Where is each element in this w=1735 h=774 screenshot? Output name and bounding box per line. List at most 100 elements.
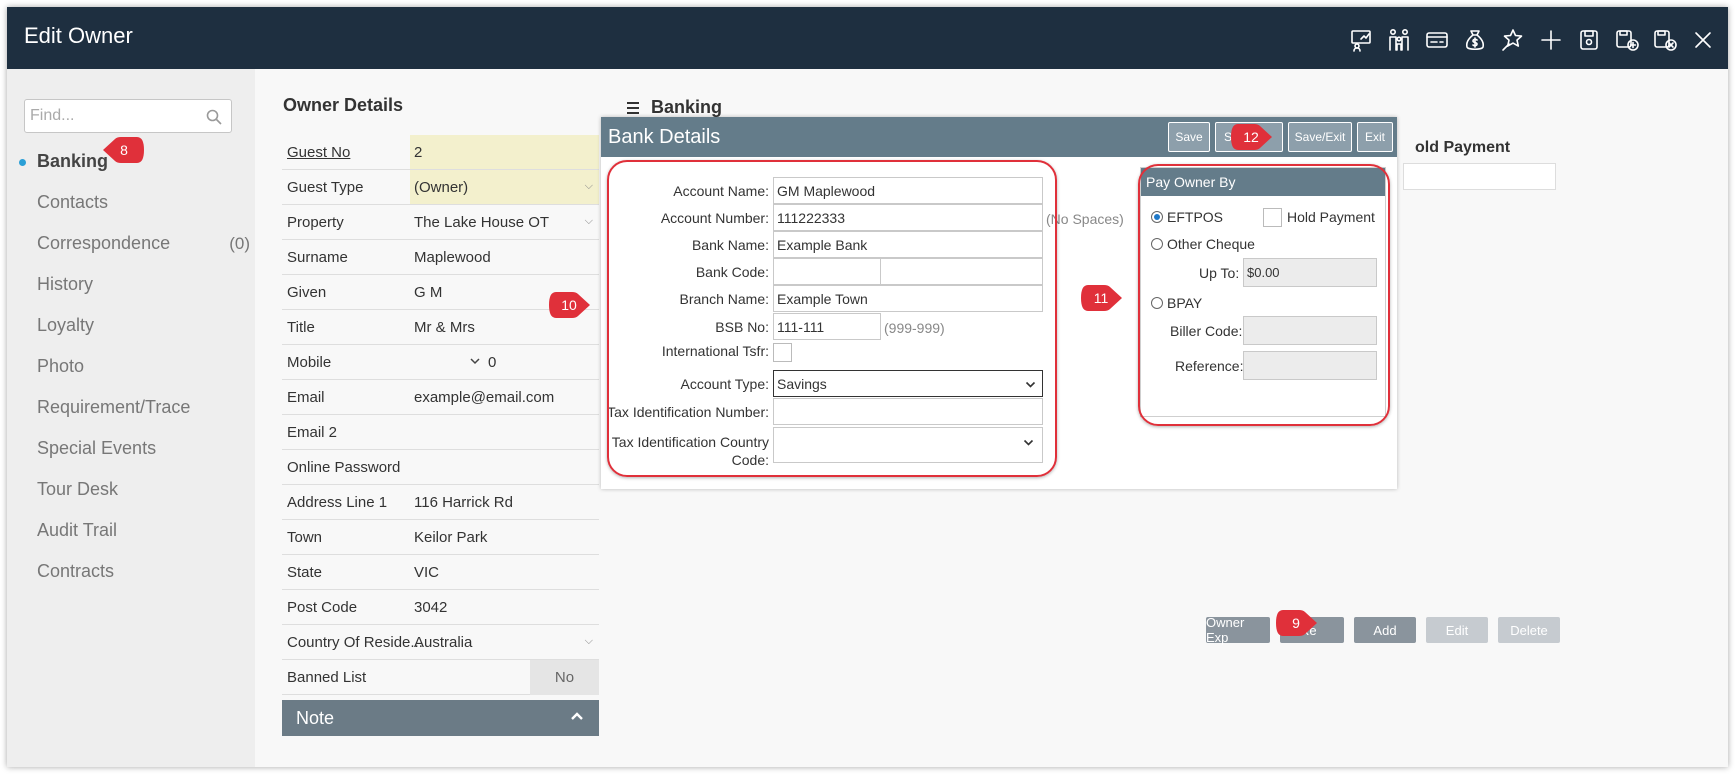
sidebar-item-label: Banking	[37, 151, 109, 171]
sidebar-item-requirement-trace[interactable]: Requirement/Trace	[7, 387, 255, 428]
field-surname: Surname Maplewood	[282, 240, 599, 275]
sidebar-item-audit-trail[interactable]: Audit Trail	[7, 510, 255, 551]
callout-number: 11	[1093, 290, 1109, 306]
address-line-1-input[interactable]: 116 Harrick Rd	[410, 485, 599, 519]
plus-icon[interactable]	[1536, 25, 1566, 55]
chevron-down-icon[interactable]: ⌵	[585, 215, 593, 228]
sidebar-item-label: Audit Trail	[37, 520, 118, 540]
highlight-pay-owner-by	[1138, 164, 1390, 426]
edit-button[interactable]: Edit	[1426, 617, 1488, 643]
sidebar-item-history[interactable]: History	[7, 264, 255, 305]
sidebar-item-tour-desk[interactable]: Tour Desk	[7, 469, 255, 510]
town-input[interactable]: Keilor Park	[410, 520, 599, 554]
callout-12: 12	[1230, 122, 1272, 152]
email-input[interactable]: example@email.com	[410, 380, 599, 414]
callout-number: 12	[1243, 129, 1259, 145]
save-button[interactable]: Save	[1168, 122, 1210, 152]
sidebar-item-photo[interactable]: Photo	[7, 346, 255, 387]
field-email-2: Email 2	[282, 415, 599, 450]
banking-table-row[interactable]	[1403, 163, 1556, 190]
add-button[interactable]: Add	[1354, 617, 1416, 643]
sidebar-item-label: Photo	[37, 356, 85, 376]
field-state: State VIC	[282, 555, 599, 590]
save-exit-button[interactable]: Save/Exit	[1288, 122, 1352, 152]
field-label: Property	[287, 213, 344, 231]
post-code-input[interactable]: 3042	[410, 590, 599, 624]
sidebar-item-contacts[interactable]: Contacts	[7, 182, 255, 223]
sidebar-item-label: Contracts	[37, 561, 115, 581]
online-password-input[interactable]	[410, 450, 599, 484]
banned-list-toggle[interactable]: No	[530, 660, 599, 695]
guest-no-value[interactable]: 2	[410, 135, 599, 169]
chevron-up-icon[interactable]	[569, 708, 585, 724]
owner-export-button[interactable]: Owner Exp	[1206, 615, 1270, 645]
country-select[interactable]: Australia	[410, 625, 599, 659]
field-label: State	[287, 563, 323, 581]
banking-heading-label: Banking	[651, 97, 723, 117]
callout-9: 9	[1275, 608, 1317, 638]
state-input[interactable]: VIC	[410, 555, 599, 589]
mobile-input[interactable]: 0	[488, 354, 496, 371]
app-window: Edit Owner Banking Contacts Corresponden…	[7, 7, 1728, 767]
guest-no-link[interactable]: Guest No	[287, 144, 350, 161]
field-label: Post Code	[287, 598, 358, 616]
field-label: Surname	[287, 248, 348, 266]
property-select[interactable]: The Lake House OT	[410, 205, 599, 239]
owner-details-heading: Owner Details	[283, 95, 404, 115]
dialog-header: Bank Details Save Sa Save/Exit Exit	[601, 117, 1397, 157]
correspondence-count: (0)	[229, 233, 250, 253]
money-bag-icon[interactable]	[1460, 25, 1490, 55]
note-label: Note	[296, 707, 335, 728]
field-town: Town Keilor Park	[282, 520, 599, 555]
dialog-title: Bank Details	[608, 126, 721, 148]
delete-button[interactable]: Delete	[1498, 617, 1560, 643]
surname-input[interactable]: Maplewood	[410, 240, 599, 274]
magic-wand-icon[interactable]	[1498, 25, 1528, 55]
callout-8: 8	[103, 135, 145, 165]
field-label: Given	[287, 283, 327, 301]
account-number-hint: (No Spaces)	[1046, 211, 1124, 227]
field-label: Email	[287, 388, 325, 406]
sidebar-item-label: Special Events	[37, 438, 157, 458]
field-label: Mobile	[287, 353, 332, 371]
sidebar-item-loyalty[interactable]: Loyalty	[7, 305, 255, 346]
field-property: Property The Lake House OT ⌵	[282, 205, 599, 240]
sidebar-item-special-events[interactable]: Special Events	[7, 428, 255, 469]
field-country: Country Of Reside... Australia ⌵	[282, 625, 599, 660]
field-label: Town	[287, 528, 323, 546]
sidebar-item-label: Requirement/Trace	[37, 397, 191, 417]
exit-button[interactable]: Exit	[1357, 122, 1393, 152]
chevron-down-icon[interactable]: ⌵	[585, 635, 593, 648]
owner-details-table: Guest No 2 Guest Type (Owner) ⌵ Property The…	[282, 135, 599, 695]
close-icon[interactable]	[1688, 25, 1718, 55]
sidebar-item-contracts[interactable]: Contracts	[7, 551, 255, 592]
field-label: Email 2	[287, 423, 338, 441]
presentation-chart-icon[interactable]	[1346, 25, 1376, 55]
sidebar-nav: Banking Contacts Correspondence (0) Histo…	[7, 141, 255, 592]
highlight-bank-fields	[607, 160, 1057, 477]
email-2-input[interactable]	[410, 415, 599, 449]
field-label: Banned List	[287, 668, 367, 686]
country-code-chevron-icon[interactable]	[469, 354, 481, 366]
family-icon[interactable]	[1384, 25, 1414, 55]
field-banned-list: Banned List No	[282, 660, 599, 695]
save-close-icon[interactable]	[1650, 25, 1680, 55]
field-email: Email example@email.com	[282, 380, 599, 415]
save-new-icon[interactable]	[1612, 25, 1642, 55]
note-panel-header[interactable]: Note	[282, 700, 599, 736]
banking-heading: Banking	[627, 97, 722, 118]
menu-icon[interactable]	[627, 101, 641, 114]
chevron-down-icon[interactable]: ⌵	[585, 180, 593, 193]
save-icon[interactable]	[1574, 25, 1604, 55]
sidebar-item-label: Tour Desk	[37, 479, 119, 499]
find-input[interactable]	[30, 105, 200, 127]
guest-type-select[interactable]: (Owner)	[410, 170, 599, 204]
sidebar-item-correspondence[interactable]: Correspondence (0)	[7, 223, 255, 264]
field-label: Online Password	[287, 458, 401, 476]
callout-number: 8	[120, 142, 128, 158]
sidebar-item-label: Loyalty	[37, 315, 95, 335]
callout-number: 9	[1292, 615, 1300, 631]
id-card-icon[interactable]	[1422, 25, 1452, 55]
search-icon[interactable]	[205, 108, 223, 126]
field-label: Guest Type	[287, 178, 364, 196]
